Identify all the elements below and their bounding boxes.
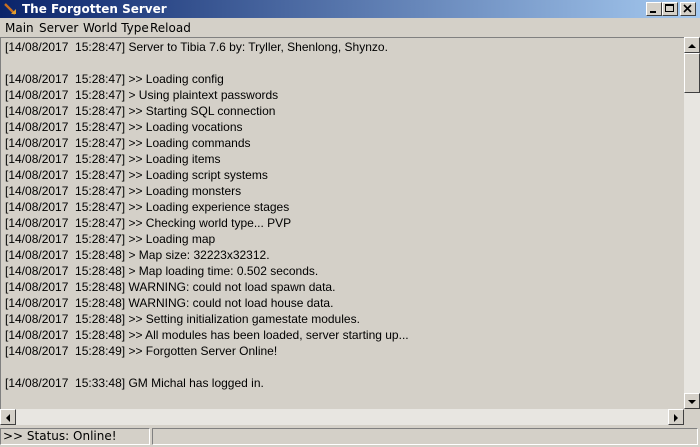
scroll-down-button[interactable] xyxy=(684,393,700,409)
chevron-down-icon xyxy=(688,400,696,404)
close-icon xyxy=(683,4,692,13)
scrollbar-corner xyxy=(684,409,700,425)
close-button[interactable] xyxy=(680,2,696,16)
log-line: [14/08/2017 15:28:47] >> Loading script … xyxy=(5,168,268,182)
menu-bar: Main Server World Type Reload xyxy=(0,18,700,37)
log-line: [14/08/2017 15:28:47] >> Starting SQL co… xyxy=(5,104,276,118)
vertical-scrollbar[interactable] xyxy=(684,37,700,409)
log-line: [14/08/2017 15:28:48] > Map size: 32223x… xyxy=(5,248,270,262)
status-pane-secondary xyxy=(152,428,698,445)
chevron-up-icon xyxy=(688,44,696,48)
log-line: [14/08/2017 15:28:47] >> Loading experie… xyxy=(5,200,290,214)
maximize-icon xyxy=(665,4,674,12)
status-text: >> Status: Online! xyxy=(0,428,150,445)
log-line: [14/08/2017 15:28:48] WARNING: could not… xyxy=(5,280,336,294)
log-line: [14/08/2017 15:28:49] >> Forgotten Serve… xyxy=(5,344,278,358)
log-line: [14/08/2017 15:28:48] >> All modules has… xyxy=(5,328,409,342)
log-line: [14/08/2017 15:28:48] >> Setting initial… xyxy=(5,312,360,326)
log-line: [14/08/2017 15:33:48] GM Michal has logg… xyxy=(5,376,264,390)
minimize-button[interactable] xyxy=(646,2,662,16)
log-line: [14/08/2017 15:28:47] >> Loading command… xyxy=(5,136,251,150)
scroll-up-button[interactable] xyxy=(684,37,700,53)
scroll-left-button[interactable] xyxy=(0,409,16,425)
arrow-icon xyxy=(4,3,16,15)
log-line: [14/08/2017 15:28:47] >> Loading vocatio… xyxy=(5,120,243,134)
log-line: [14/08/2017 15:28:47] >> Loading config xyxy=(5,72,224,86)
menu-server[interactable]: Server xyxy=(39,21,78,35)
chevron-left-icon xyxy=(6,414,10,422)
window-title: The Forgotten Server xyxy=(22,2,167,16)
log-line: [14/08/2017 15:28:47] >> Loading map xyxy=(5,232,216,246)
horizontal-scrollbar[interactable] xyxy=(0,409,684,425)
chevron-right-icon xyxy=(674,414,678,422)
menu-world-type[interactable]: World Type xyxy=(83,21,149,35)
scroll-right-button[interactable] xyxy=(668,409,684,425)
log-line: [14/08/2017 15:28:48] WARNING: could not… xyxy=(5,296,334,310)
server-window: The Forgotten Server Main Server World T… xyxy=(0,0,700,447)
menu-reload[interactable]: Reload xyxy=(150,21,191,35)
console-log[interactable]: [14/08/2017 15:28:47] Server to Tibia 7.… xyxy=(0,37,684,409)
log-line: [14/08/2017 15:28:47] Server to Tibia 7.… xyxy=(5,40,388,54)
minimize-icon xyxy=(650,11,656,13)
status-bar: >> Status: Online! xyxy=(0,426,700,447)
log-line: [14/08/2017 15:28:47] > Using plaintext … xyxy=(5,88,279,102)
menu-main[interactable]: Main xyxy=(5,21,34,35)
log-line: [14/08/2017 15:28:47] >> Checking world … xyxy=(5,216,292,230)
log-line: [14/08/2017 15:28:48] > Map loading time… xyxy=(5,264,319,278)
log-line: [14/08/2017 15:28:47] >> Loading items xyxy=(5,152,221,166)
vertical-scroll-thumb[interactable] xyxy=(684,53,700,93)
maximize-button[interactable] xyxy=(662,2,678,16)
log-line: [14/08/2017 15:28:47] >> Loading monster… xyxy=(5,184,242,198)
title-bar[interactable]: The Forgotten Server xyxy=(0,0,700,18)
